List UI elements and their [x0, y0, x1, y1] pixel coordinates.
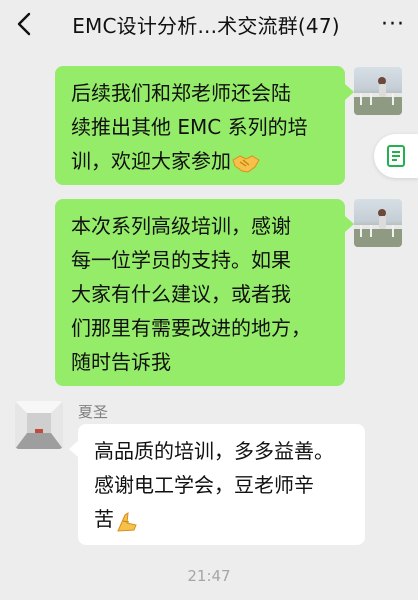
- message-bubble-other[interactable]: 高品质的培训，多多益善。 感谢电工学会，豆老师辛 苦: [78, 424, 365, 545]
- chat-header: EMC设计分析...术交流群(47) ···: [0, 0, 418, 48]
- chat-title: EMC设计分析...术交流群(47): [72, 13, 340, 38]
- message-text-line: 训，欢迎大家参加: [71, 149, 231, 173]
- back-button[interactable]: [6, 0, 42, 48]
- message-text-line: 续推出其他 EMC 系列的培: [71, 115, 308, 139]
- bubble-tail: [345, 84, 354, 100]
- avatar-image: [354, 77, 402, 115]
- message-text-line-wrapper: 苦: [94, 502, 352, 536]
- more-dots-icon: ···: [381, 11, 405, 37]
- message-text-line: 大家有什么建议，或者我: [71, 282, 291, 306]
- message-text-line: 们那里有需要改进的地方，: [71, 316, 311, 340]
- sender-avatar[interactable]: [15, 401, 63, 449]
- chevron-left-icon: [17, 12, 31, 36]
- avatar-image: [354, 209, 402, 247]
- message-text-line: 每一位学员的支持。如果: [71, 248, 291, 272]
- message-text-line-wrapper: 训，欢迎大家参加: [71, 144, 332, 178]
- my-avatar[interactable]: [354, 67, 402, 115]
- document-icon: [387, 145, 405, 167]
- handshake-emoji: [232, 154, 260, 173]
- message-bubble-me[interactable]: 本次系列高级培训，感谢 每一位学员的支持。如果 大家有什么建议，或者我 们那里有…: [55, 199, 345, 386]
- message-text-line: 后续我们和郑老师还会陆: [71, 81, 291, 105]
- message-text-line: 高品质的培训，多多益善。: [94, 439, 334, 463]
- message-bubble-me[interactable]: 后续我们和郑老师还会陆 续推出其他 EMC 系列的培 训，欢迎大家参加: [55, 66, 345, 185]
- sender-name: 夏圣: [78, 403, 109, 421]
- bubble-tail: [69, 441, 78, 457]
- timestamp: 21:47: [187, 567, 231, 585]
- avatar-image: [15, 401, 63, 449]
- message-text-line: 随时告诉我: [71, 350, 171, 374]
- my-avatar[interactable]: [354, 199, 402, 247]
- bubble-tail: [345, 216, 354, 232]
- message-text-line: 本次系列高级培训，感谢: [71, 214, 291, 238]
- side-document-tab[interactable]: [374, 134, 418, 178]
- message-text-line: 苦: [94, 507, 114, 531]
- praying-hands-emoji: [117, 511, 137, 532]
- more-button[interactable]: ···: [370, 0, 416, 48]
- message-text-line: 感谢电工学会，豆老师辛: [94, 473, 314, 497]
